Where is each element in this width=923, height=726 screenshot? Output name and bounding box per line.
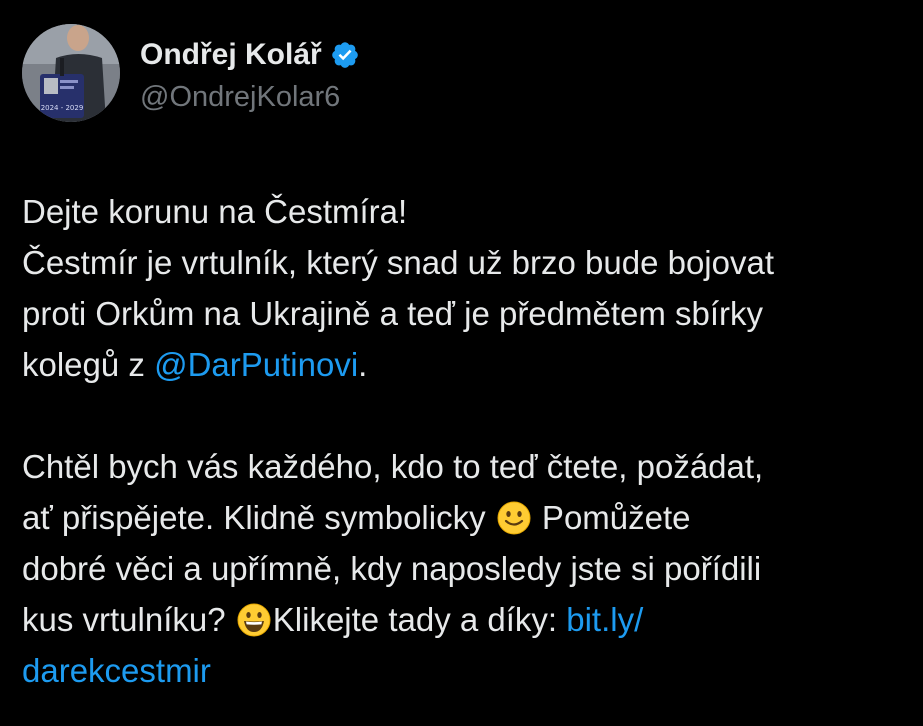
tweet-text-segment: . [358,346,368,383]
author-display-name[interactable]: Ondřej Kolář [140,38,322,72]
tweet-line: Dejte korunu na Čestmíra! [22,193,408,230]
author-handle[interactable]: @OndrejKolar6 [140,80,340,114]
tweet: 2024 - 2029 Ondřej Kolář @OndrejKolar6 D… [0,0,923,726]
tweet-line: ať přispějete. Klidně symbolicky Pomůžet… [22,492,912,543]
slightly-smiling-face-icon [497,498,531,535]
external-link[interactable]: bit.ly/ [566,601,643,638]
tweet-text-segment: Klikejte tady a díky: [272,601,567,638]
tweet-line: darekcestmir [22,645,912,696]
avatar-photo: 2024 - 2029 [22,24,120,122]
tweet-line: Čestmír je vrtulník, který snad už brzo … [22,244,775,281]
tweet-text-segment: kus vrtulníku? [22,601,226,638]
tweet-line: proti Orkům na Ukrajině a teď je předmět… [22,295,764,332]
tweet-line: kus vrtulníku? Klikejte tady a díky: bit… [22,594,912,645]
verified-badge-icon [330,40,360,70]
tweet-text-segment: ať přispějete. Klidně symbolicky [22,499,486,536]
tweet-text-segment: Pomůžete [532,499,691,536]
tweet-text-segment: kolegů z [22,346,155,383]
avatar-card-text: 2024 - 2029 [41,104,84,112]
tweet-line: dobré věci a upřímně, kdy naposledy jste… [22,550,762,587]
tweet-line: Chtěl bych vás každého, kdo to teď čtete… [22,448,764,485]
grinning-face-icon [237,600,271,637]
avatar[interactable]: 2024 - 2029 [22,24,120,122]
tweet-line: kolegů z @DarPutinovi. [22,339,912,390]
author-name-row: Ondřej Kolář [140,38,360,72]
tweet-text: Dejte korunu na Čestmíra! Čestmír je vrt… [22,186,912,696]
mention-link[interactable]: @DarPutinovi [154,346,358,383]
external-link-continuation[interactable]: darekcestmir [22,652,211,689]
